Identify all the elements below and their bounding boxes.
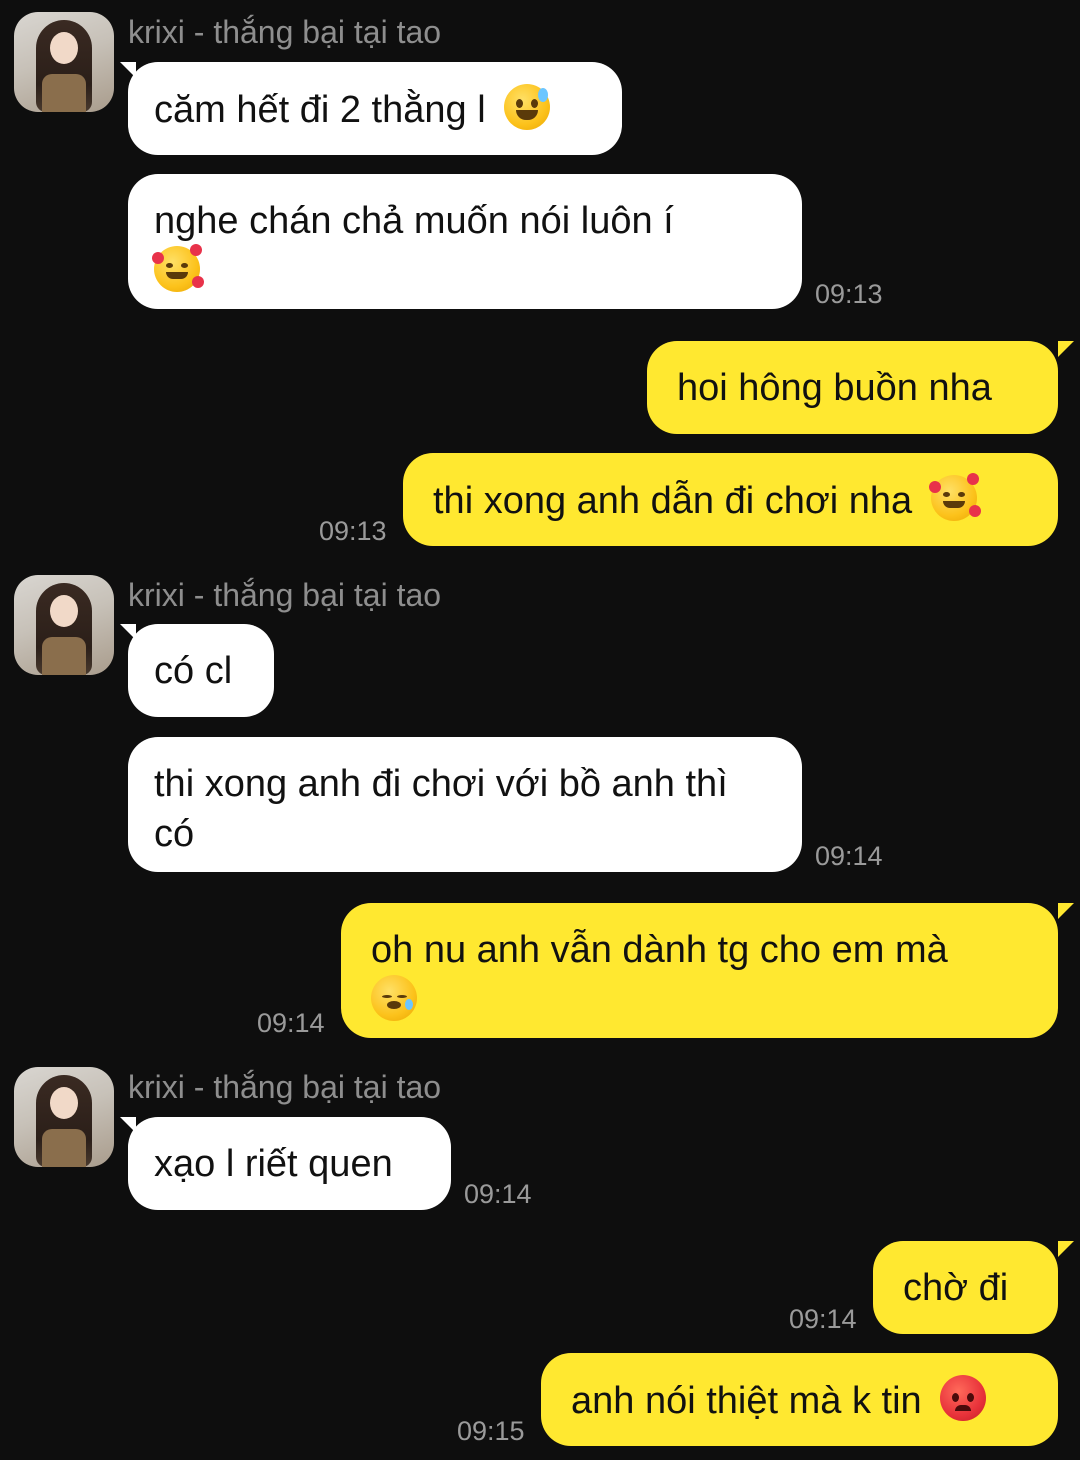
message-bubble-outgoing[interactable]: chờ đi [873,1241,1058,1334]
message-timestamp: 09:14 [815,841,883,871]
sender-name: krixi - thắng bại tại tao [128,14,442,50]
message-text: hoi hông buồn nha [677,367,992,409]
sender-name: krixi - thắng bại tại tao [128,1069,442,1105]
message-text: chờ đi [903,1267,1009,1309]
message-text: oh nu anh vẫn dành tg cho em mà [371,929,948,971]
message-text: anh nói thiệt mà k tin [571,1380,922,1422]
contact-avatar[interactable] [14,575,114,675]
message-timestamp: 09:13 [319,516,387,546]
message-bubble-incoming[interactable]: thi xong anh đi chơi với bồ anh thì có [128,737,802,872]
bubble-tail [1058,903,1074,919]
bubble-tail [1058,1241,1074,1257]
message-timestamp: 09:14 [464,1179,532,1209]
message-text: nghe chán chả muốn nói luôn í [154,200,674,242]
smiling-hearts-emoji [152,244,204,292]
angry-face-emoji [940,1375,987,1421]
contact-avatar[interactable] [14,1067,114,1167]
message-bubble-outgoing[interactable]: thi xong anh dẫn đi chơi nha [403,453,1058,546]
message-timestamp: 09:15 [457,1416,525,1446]
message-text: xạo l riết quen [154,1143,393,1185]
message-timestamp: 09:14 [789,1304,857,1334]
grinning-sweat-emoji [504,84,551,130]
sleepy-emoji [371,975,417,1021]
message-timestamp: 09:14 [257,1008,325,1038]
contact-avatar[interactable] [14,12,114,112]
message-text: có cl [154,650,233,692]
sender-name: krixi - thắng bại tại tao [128,577,442,613]
message-bubble-incoming[interactable]: có cl [128,624,274,717]
message-bubble-incoming[interactable]: xạo l riết quen [128,1117,451,1210]
smiling-hearts-emoji [928,473,981,521]
message-bubble-outgoing[interactable]: anh nói thiệt mà k tin [541,1353,1058,1446]
message-text: thi xong anh dẫn đi chơi nha [433,480,913,522]
message-text: căm hết đi 2 thằng l [154,89,486,131]
message-bubble-incoming[interactable]: căm hết đi 2 thằng l [128,62,622,155]
message-bubble-outgoing[interactable]: oh nu anh vẫn dành tg cho em mà [341,903,1058,1038]
message-bubble-outgoing[interactable]: hoi hông buồn nha [647,341,1058,434]
message-timestamp: 09:13 [815,279,883,309]
message-text: thi xong anh đi chơi với bồ anh thì có [154,763,728,855]
message-bubble-incoming[interactable]: nghe chán chả muốn nói luôn í [128,174,802,309]
bubble-tail [1058,341,1074,357]
